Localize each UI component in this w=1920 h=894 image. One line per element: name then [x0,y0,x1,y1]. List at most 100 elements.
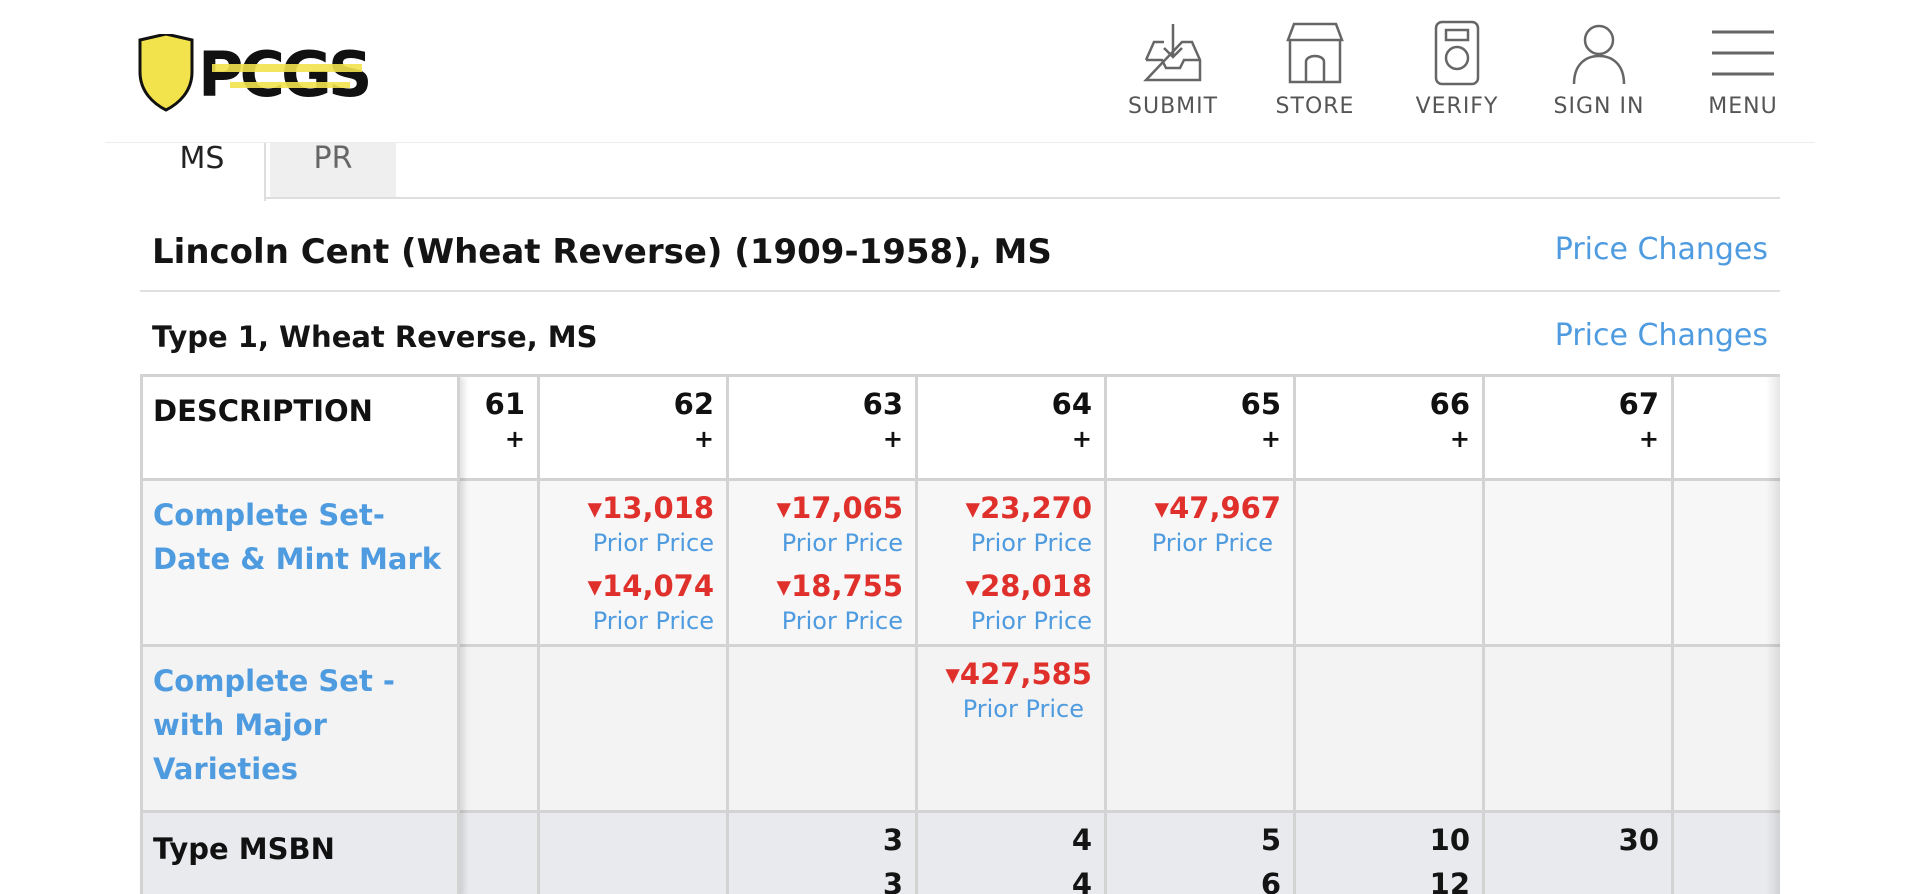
grade-plus: + [1638,425,1659,453]
grade-type-tabs: MS PR [140,143,1780,201]
set-link-date-mint[interactable]: Complete Set- Date & Mint Mark [153,493,441,581]
table-cell [1485,481,1674,647]
tab-pr[interactable]: PR [270,143,396,197]
table-cell: 3 3 [729,813,918,894]
type-price-changes-link[interactable]: Price Changes [1555,318,1768,353]
table-row-desc: Complete Set- Date & Mint Mark [140,481,460,647]
msbn-plus-value: 6 [1260,867,1281,894]
table-cell [540,813,729,894]
grade-number: 63 [862,387,903,421]
prior-price-link[interactable]: Prior Price [593,607,714,635]
prior-price-link[interactable]: Prior Price [1152,529,1273,557]
price-changes-link[interactable]: Price Changes [1555,232,1768,267]
grade-header-64: 64 + [918,377,1107,481]
set-link-major-varieties[interactable]: Complete Set - with Major Varieties [153,659,395,791]
table-cell: ▾47,967 Prior Price [1107,481,1296,647]
user-icon [1572,24,1626,85]
table-cell [1485,647,1674,813]
msbn-plus-value: 12 [1429,867,1470,894]
nav-menu[interactable]: MENU [1702,20,1784,130]
price-value[interactable]: ▾427,585 [945,657,1092,691]
prior-price-link[interactable]: Prior Price [971,529,1092,557]
table-cell [460,481,540,647]
type-msbn-label: Type MSBN [153,832,335,866]
grade-number: 64 [1051,387,1092,421]
table-cell: ▾17,065 Prior Price ▾18,755 Prior Price [729,481,918,647]
description-header: DESCRIPTION [153,394,373,428]
table-cell [1674,813,1780,894]
table-cell [1296,647,1485,813]
grade-header-62: 62 + [540,377,729,481]
table-cell: 30 [1485,813,1674,894]
grade-number: 62 [673,387,714,421]
table-cell [460,647,540,813]
table-cell [1296,481,1485,647]
grade-number: 61 [484,387,525,421]
grade-plus: + [1449,425,1470,453]
tab-ms[interactable]: MS [140,143,266,201]
nav-verify[interactable]: VERIFY [1412,20,1502,130]
price-plus-value[interactable]: ▾28,018 [966,569,1092,603]
table-cell: 5 6 [1107,813,1296,894]
price-plus-value[interactable]: ▾14,074 [588,569,714,603]
table-cell [1674,647,1780,813]
table-cell [729,647,918,813]
nav-submit[interactable]: SUBMIT [1128,20,1218,130]
table-cell: 10 12 [1296,813,1485,894]
prior-price-link[interactable]: Prior Price [782,529,903,557]
table-cell: ▾427,585 Prior Price [918,647,1107,813]
grade-header-65: 65 + [1107,377,1296,481]
grade-header-63: 63 + [729,377,918,481]
prior-price-link[interactable]: Prior Price [593,529,714,557]
nav-sign-in[interactable]: SIGN IN [1552,20,1646,130]
prior-price-link[interactable]: Prior Price [971,607,1092,635]
site-header: PCGS SUBMIT STORE VERIFY SIGN IN MENU [0,0,1920,142]
svg-text:PCGS: PCGS [198,38,368,111]
pcgs-logo[interactable]: PCGS [138,32,373,114]
grade-number: 66 [1429,387,1470,421]
scroll-edge-shadow [1766,377,1780,894]
grade-plus: + [1071,425,1092,453]
nav-verify-label: VERIFY [1415,94,1499,119]
table-row-desc: Type MSBN [140,813,460,894]
nav-menu-label: MENU [1708,94,1778,119]
description-column: DESCRIPTION Complete Set- Date & Mint Ma… [140,377,460,894]
prior-price-link[interactable]: Prior Price [782,607,903,635]
table-row-desc: Complete Set - with Major Varieties [140,647,460,813]
price-guide-table[interactable]: DESCRIPTION Complete Set- Date & Mint Ma… [140,374,1780,894]
hamburger-menu-icon [1712,30,1774,76]
nav-submit-label: SUBMIT [1128,94,1219,119]
msbn-value: 5 [1260,823,1281,857]
pcgs-logo-icon: PCGS [138,32,373,112]
table-cell [1107,647,1296,813]
price-value[interactable]: ▾13,018 [588,491,714,525]
table-cell [540,647,729,813]
prior-price-link[interactable]: Prior Price [963,695,1084,723]
msbn-value: 4 [1071,823,1092,857]
nav-sign-in-label: SIGN IN [1553,94,1645,119]
price-value[interactable]: ▾23,270 [966,491,1092,525]
msbn-value: 30 [1618,823,1659,857]
price-plus-value[interactable]: ▾18,755 [777,569,903,603]
set-link-line: Complete Set - [153,664,395,698]
set-link-line: with Major [153,708,327,742]
set-link-line: Date & Mint Mark [153,542,442,576]
nav-store[interactable]: STORE [1270,20,1360,130]
msbn-value: 3 [882,823,903,857]
table-cell: ▾23,270 Prior Price ▾28,018 Prior Price [918,481,1107,647]
table-cell: ▾13,018 Prior Price ▾14,074 Prior Price [540,481,729,647]
set-link-line: Varieties [153,752,299,786]
grade-plus: + [882,425,903,453]
price-value[interactable]: ▾17,065 [777,491,903,525]
table-cell: 4 4 [918,813,1107,894]
storefront-icon [1286,22,1344,84]
nav-store-label: STORE [1275,94,1355,119]
grade-header-61: 61 + [460,377,540,481]
msbn-value: 10 [1429,823,1470,857]
price-value[interactable]: ▾47,967 [1155,491,1281,525]
inbox-download-icon [1143,24,1202,82]
msbn-plus-value: 4 [1071,867,1092,894]
table-cell [1674,481,1780,647]
grade-number: 67 [1618,387,1659,421]
type-subtitle: Type 1, Wheat Reverse, MS [152,320,598,354]
